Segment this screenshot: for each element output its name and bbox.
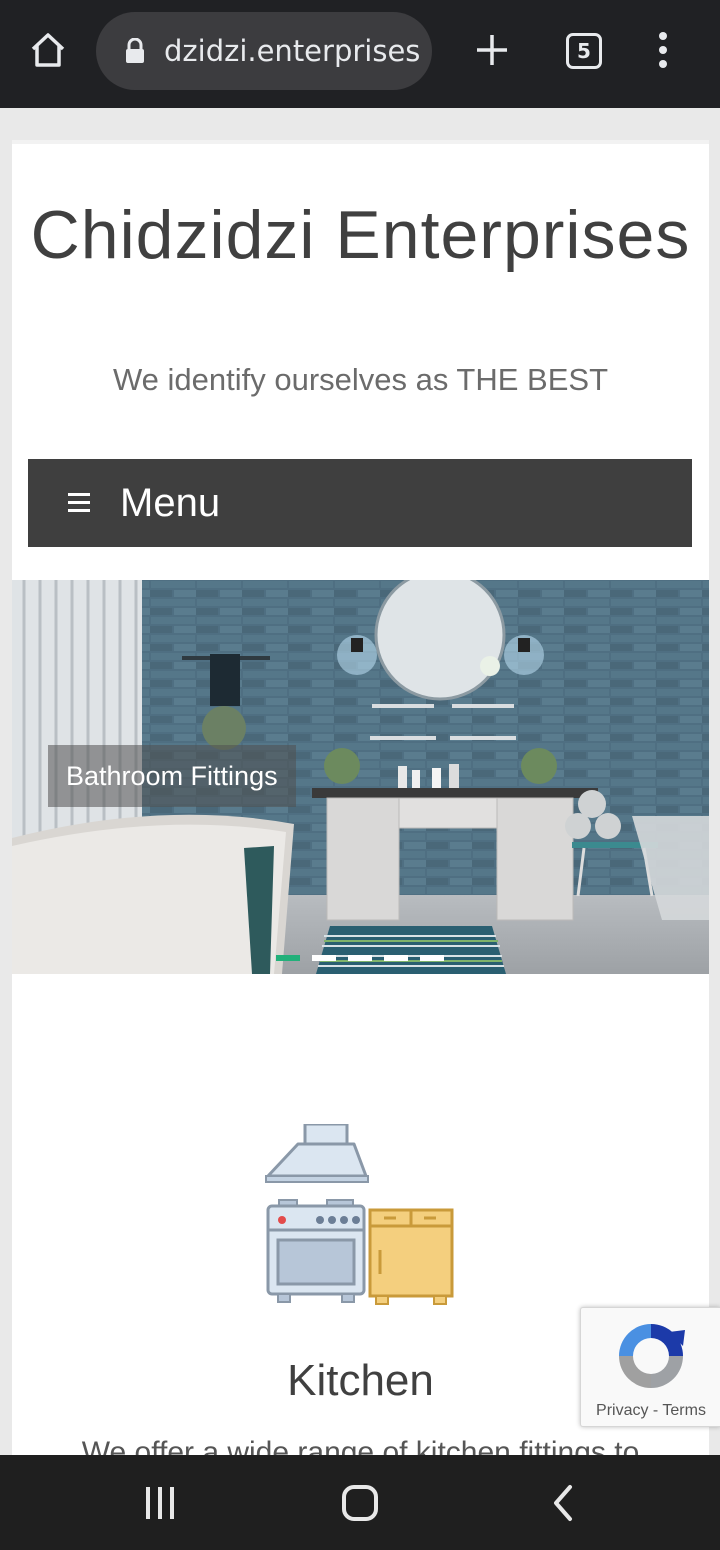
web-page: Chidzidzi Enterprises We identify oursel… — [12, 140, 709, 1460]
system-nav-bar — [0, 1455, 720, 1550]
recaptcha-icon — [619, 1324, 685, 1388]
recaptcha-links: Privacy - Terms — [581, 1402, 720, 1420]
address-bar[interactable]: dzidzi.enterprises — [96, 12, 432, 90]
link-separator: - — [652, 1402, 659, 1419]
site-tagline: We identify ourselves as THE BEST — [112, 362, 609, 397]
site-title-text[interactable]: Chidzidzi Enterprises — [31, 197, 691, 273]
slider-dot[interactable] — [276, 955, 300, 961]
more-icon[interactable] — [648, 30, 678, 70]
privacy-link[interactable]: Privacy — [596, 1402, 648, 1419]
hamburger-icon — [68, 493, 90, 512]
lock-icon — [126, 38, 144, 63]
back-icon[interactable] — [544, 1483, 584, 1523]
slider-pagination — [276, 955, 444, 963]
recaptcha-badge[interactable]: Privacy - Terms — [580, 1307, 720, 1427]
home-icon[interactable] — [340, 1483, 380, 1523]
slider-dot[interactable] — [420, 955, 444, 961]
plus-icon[interactable] — [472, 30, 512, 70]
menu-label: Menu — [120, 481, 221, 525]
slider-dot[interactable] — [384, 955, 408, 961]
menu-toggle-button[interactable]: Menu — [28, 459, 692, 547]
kitchen-icon — [265, 1124, 454, 1305]
slide-caption[interactable]: Bathroom Fittings — [48, 745, 296, 807]
home-icon[interactable] — [28, 30, 68, 70]
browser-toolbar: dzidzi.enterprises 5 — [0, 0, 720, 108]
recent-apps-icon[interactable] — [140, 1483, 180, 1523]
url-text: dzidzi.enterprises — [164, 34, 421, 68]
slider-dot[interactable] — [348, 955, 372, 961]
site-title[interactable]: Chidzidzi Enterprises — [12, 196, 709, 274]
terms-link[interactable]: Terms — [662, 1402, 706, 1419]
slider-dot[interactable] — [312, 955, 336, 961]
image-slider[interactable]: Bathroom Fittings — [12, 580, 709, 974]
tab-switcher-button[interactable]: 5 — [566, 33, 602, 69]
